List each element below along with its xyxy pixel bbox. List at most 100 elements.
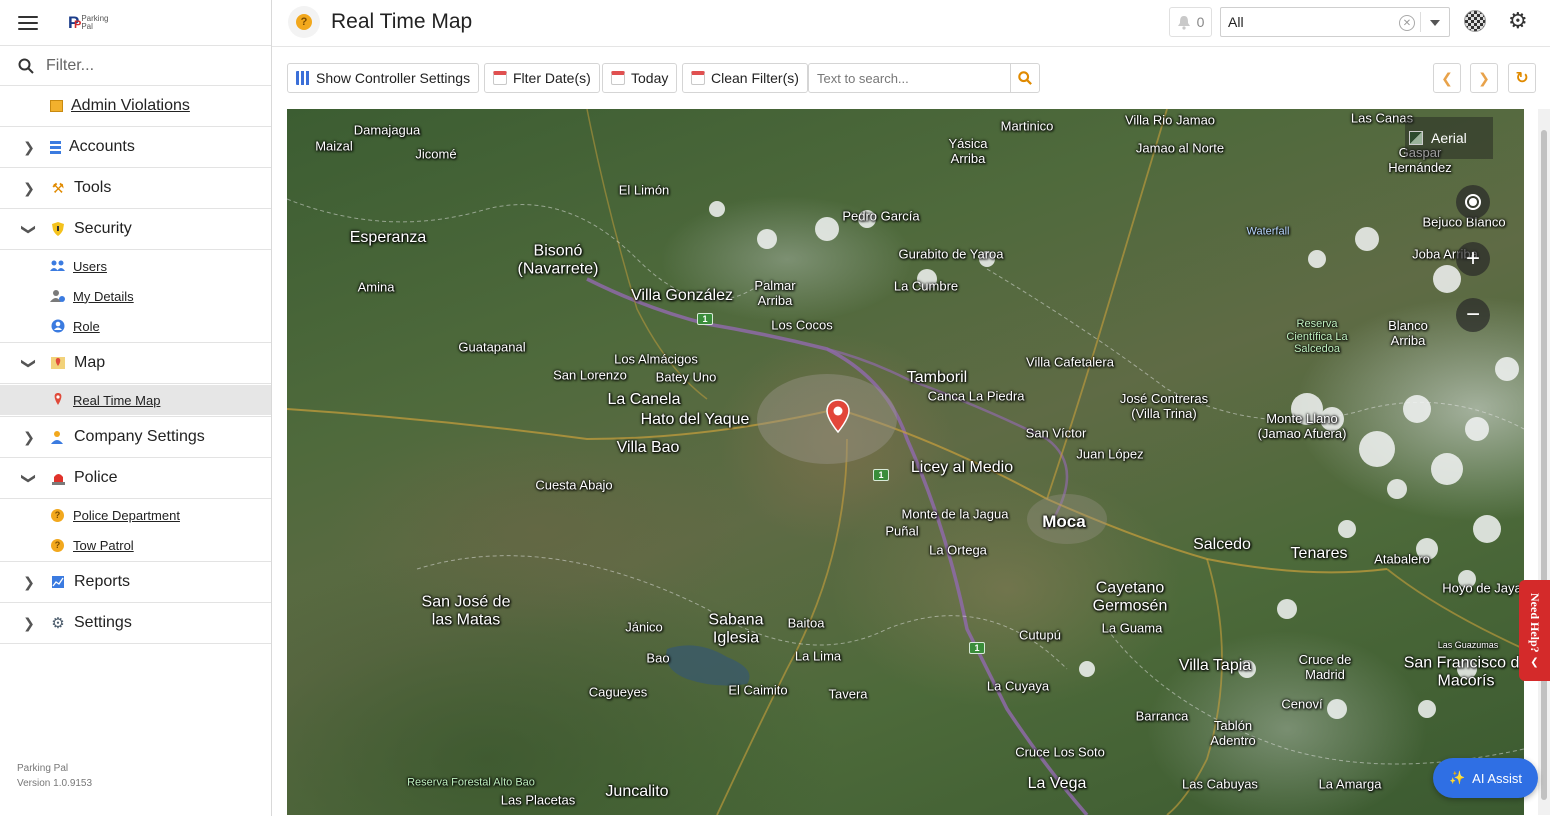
map-label: Yásica Arriba (948, 136, 988, 166)
map-label: Puñal (885, 523, 919, 539)
sidebar-item-role[interactable]: Role (0, 311, 271, 341)
map-label: Tablón Adentro (1210, 718, 1256, 748)
map-label: Barranca (1135, 708, 1189, 724)
chevron-right-icon: ❯ (23, 614, 35, 631)
need-help-label: Need Help? (1528, 593, 1542, 653)
map-label: Juan López (1076, 446, 1144, 462)
previous-button[interactable]: ❮ (1433, 63, 1461, 93)
sidebar-filter[interactable]: Filter... (0, 46, 271, 86)
sidebar-item-label: Company Settings (74, 428, 205, 445)
map-layer-switch[interactable]: Aerial (1405, 117, 1493, 159)
sidebar-item-users[interactable]: Users (0, 251, 271, 281)
ai-assist-button[interactable]: ✨ AI Assist (1433, 758, 1538, 798)
need-help-tab[interactable]: Need Help? ❮ (1519, 580, 1550, 681)
sidebar-item-my-details[interactable]: My Details (0, 281, 271, 311)
map-label: Cayetano Germosén (1092, 579, 1168, 615)
sidebar-item-label: Reports (74, 573, 131, 590)
sidebar-item-settings[interactable]: ❯ ⚙ Settings (0, 603, 271, 644)
map-label: Salcedo (1193, 535, 1251, 553)
scrollbar-thumb[interactable] (1541, 130, 1547, 800)
sidebar-item-security[interactable]: ❯ Security (0, 209, 271, 250)
map-label: Villa Cafetalera (1026, 354, 1114, 370)
button-label: Show Controller Settings (316, 70, 471, 86)
map-label: Moca (1042, 512, 1086, 532)
scope-select[interactable]: All ✕ (1220, 7, 1450, 37)
today-button[interactable]: Today (602, 63, 678, 93)
map-label: Los Almácigos (614, 351, 698, 367)
map-label: Juncalito (605, 782, 669, 800)
sidebar-item-reports[interactable]: ❯ Reports (0, 562, 271, 603)
map-label: Las Placetas (500, 792, 576, 808)
sidebar-item-police[interactable]: ❯ Police (0, 458, 271, 499)
map-label: Esperanza (349, 228, 427, 246)
shield-icon (50, 221, 66, 237)
clean-filters-button[interactable]: Clean Filter(s) (682, 63, 808, 93)
map-label: Canca La Piedra (927, 388, 1025, 404)
map-label: Waterfall (1246, 225, 1290, 238)
menu-icon[interactable] (18, 15, 38, 30)
chevron-down-icon[interactable] (1430, 20, 1440, 26)
map-label: La Guama (1101, 620, 1163, 636)
search-input[interactable] (809, 64, 1010, 92)
chevron-right-icon: ❯ (23, 179, 35, 196)
admin-violations-icon (50, 100, 63, 112)
map-label: San José de las Matas (421, 593, 511, 629)
sidebar-item-real-time-map[interactable]: Real Time Map (0, 385, 271, 415)
settings-gear-icon[interactable]: ⚙ (1508, 9, 1528, 33)
map-label: Palmar Arriba (754, 278, 796, 308)
zoom-out-icon[interactable]: − (1456, 298, 1490, 332)
chevron-left-icon: ❮ (1530, 656, 1539, 668)
top-header: ? Real Time Map 0 All ✕ ⚙ (272, 0, 1550, 47)
map-label: Los Cocos (771, 317, 833, 333)
chevron-right-icon: ❯ (23, 138, 35, 155)
calendar-icon (611, 71, 625, 85)
calendar-icon (493, 71, 507, 85)
zoom-in-icon[interactable]: + (1456, 242, 1490, 276)
search-icon[interactable] (1010, 64, 1039, 92)
locate-icon[interactable] (1456, 185, 1490, 219)
notifications-button[interactable]: 0 (1169, 7, 1212, 37)
sidebar-item-tow-patrol[interactable]: ? Tow Patrol (0, 530, 271, 560)
real-time-map[interactable]: Damajagua Maizal Jicomé El Limón Martini… (287, 109, 1524, 815)
map-label: Hoyo de Jaya (1442, 580, 1522, 596)
tools-icon: ⚒ (51, 179, 65, 196)
search-icon (18, 58, 34, 74)
map-label: Maizal (315, 138, 353, 154)
accounts-icon (50, 140, 61, 154)
columns-icon (296, 71, 310, 85)
sidebar-item-tools[interactable]: ❯ ⚒ Tools (0, 168, 271, 209)
button-label: Flter Date(s) (513, 70, 591, 86)
map-label: San Lorenzo (553, 367, 627, 383)
version-label: Version 1.0.9153 (17, 778, 93, 789)
map-label: Cenoví (1281, 696, 1323, 712)
sidebar-item-map[interactable]: ❯ Map (0, 343, 271, 384)
clear-icon[interactable]: ✕ (1399, 15, 1415, 31)
calendar-clear-icon (691, 71, 705, 85)
sidebar-item-admin-violations[interactable]: Admin Violations (0, 86, 271, 127)
refresh-icon[interactable]: ↻ (1508, 63, 1536, 93)
sidebar-item-label: Tow Patrol (73, 537, 134, 553)
avatar[interactable] (1464, 10, 1486, 32)
role-icon (50, 319, 65, 334)
company-settings-icon (50, 429, 66, 445)
map-label: Jamao al Norte (1135, 140, 1225, 156)
sidebar-item-company-settings[interactable]: ❯ Company Settings (0, 417, 271, 458)
map-subitems: Real Time Map (0, 384, 271, 417)
map-label: San Francisco de Macorís (1403, 654, 1524, 690)
sidebar-item-police-department[interactable]: ? Police Department (0, 500, 271, 530)
brand-logo[interactable]: PP Parking Pal (68, 13, 108, 33)
show-controller-settings-button[interactable]: Show Controller Settings (287, 63, 480, 93)
filter-dates-button[interactable]: Flter Date(s) (484, 63, 600, 93)
app-root: PP Parking Pal Filter... Admin Violations… (0, 0, 1550, 816)
map-label: Villa Tapia (1178, 656, 1252, 674)
next-button[interactable]: ❯ (1470, 63, 1498, 93)
sidebar-item-label: Admin Violations (71, 97, 190, 114)
sidebar-footer: Parking Pal Version 1.0.9153 (17, 761, 92, 791)
map-label: Hato del Yaque (640, 410, 750, 428)
sidebar-item-accounts[interactable]: ❯ Accounts (0, 127, 271, 168)
map-label: La Cuyaya (986, 678, 1050, 694)
filter-placeholder: Filter... (46, 56, 95, 74)
map-label: Las Canas (1350, 110, 1414, 126)
sidebar-item-label: Police Department (73, 507, 180, 523)
map-marker-icon[interactable] (825, 399, 851, 433)
